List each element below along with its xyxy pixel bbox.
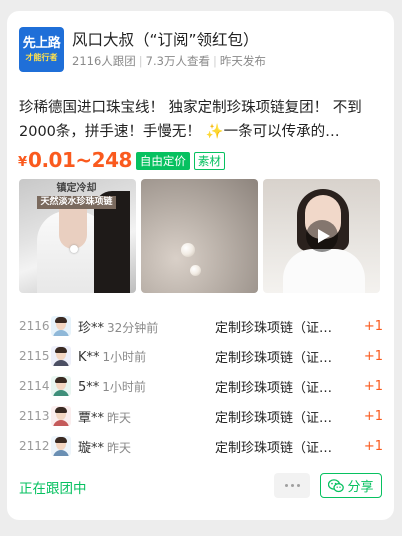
price-row: ¥ 0.01~248 自由定价 素材 <box>18 148 225 172</box>
order-time: 1小时前 <box>102 349 147 364</box>
order-qty: +1 <box>363 318 383 334</box>
model-body <box>283 249 365 293</box>
order-item: 定制珍珠项链（证… <box>215 320 333 336</box>
order-user: 5** 1小时前 <box>78 378 188 395</box>
order-item: 定制珍珠项链（证… <box>215 410 333 426</box>
order-number: 2115 <box>19 349 50 363</box>
user-name: K** <box>78 349 100 365</box>
order-item: 定制珍珠项链（证… <box>215 440 333 456</box>
order-qty: +1 <box>363 408 383 424</box>
overlay-line1: 镇定冷却 <box>56 183 97 194</box>
order-user: 珍** 32分钟前 <box>78 317 188 336</box>
user-name: 覃** <box>78 410 105 426</box>
user-name: 5** <box>78 379 100 395</box>
play-icon[interactable] <box>306 220 338 252</box>
product-video[interactable] <box>263 179 380 293</box>
wechat-icon <box>328 478 345 492</box>
image-overlay-text: 镇定冷却 天然淡水珍珠项链 <box>29 183 124 209</box>
user-avatar <box>51 406 71 426</box>
currency-symbol: ¥ <box>18 155 28 170</box>
product-image-2[interactable] <box>141 179 258 293</box>
order-number: 2116 <box>19 319 50 333</box>
card-footer: 正在跟团中 分享 <box>19 473 382 499</box>
order-item: 定制珍珠项链（证… <box>215 350 333 366</box>
order-time: 32分钟前 <box>107 320 159 335</box>
meta-divider: | <box>138 54 143 68</box>
post-description[interactable]: 珍稀德国进口珠宝线！ 独家定制珍珠项链复团！ 不到2000条，拼手速！手慢无！ … <box>19 96 383 144</box>
order-item: 定制珍珠项链（证… <box>215 380 333 396</box>
order-user: 璇** 昨天 <box>78 437 188 456</box>
model-neck <box>59 209 87 249</box>
pearl <box>190 265 201 276</box>
posted-time: 昨天发布 <box>219 54 266 68</box>
meta-divider: | <box>212 54 217 68</box>
order-number: 2113 <box>19 409 50 423</box>
user-avatar <box>51 376 71 396</box>
free-pricing-tag: 自由定价 <box>135 152 190 170</box>
order-user: 覃** 昨天 <box>78 407 188 426</box>
order-time: 1小时前 <box>102 379 146 394</box>
order-qty: +1 <box>363 438 383 454</box>
pearl-pendant <box>70 245 78 253</box>
image-gallery: 镇定冷却 天然淡水珍珠项链 <box>19 179 381 293</box>
necklace-chain <box>141 179 258 279</box>
follower-count: 2116人跟团 <box>72 54 136 68</box>
more-dots-icon <box>290 484 294 487</box>
group-header[interactable]: 先上路 才能行者 风口大叔（“订阅”领红包） 2116人跟团 | 7.3万人查看 | 昨… <box>19 27 384 73</box>
order-row[interactable]: 2113 覃** 昨天 定制珍珠项链（证… +1 <box>19 401 383 431</box>
follow-status: 正在跟团中 <box>19 481 87 497</box>
order-time: 昨天 <box>107 410 132 425</box>
user-name: 璇** <box>78 440 105 456</box>
avatar-text: 先上路 <box>22 36 61 51</box>
share-label: 分享 <box>347 480 374 495</box>
order-user: K** 1小时前 <box>78 348 188 365</box>
pearl <box>181 243 195 257</box>
more-button[interactable] <box>274 473 310 498</box>
avatar-subtext: 才能行者 <box>25 53 58 62</box>
share-button[interactable]: 分享 <box>320 473 382 498</box>
price-range: 0.01~248 <box>28 148 132 172</box>
user-avatar <box>51 316 71 336</box>
group-title[interactable]: 风口大叔（“订阅”领红包） <box>72 28 259 50</box>
order-qty: +1 <box>363 348 383 364</box>
user-avatar <box>51 436 71 456</box>
user-avatar <box>51 346 71 366</box>
order-qty: +1 <box>363 378 383 394</box>
order-number: 2114 <box>19 379 50 393</box>
order-row[interactable]: 2116 珍** 32分钟前 定制珍珠项链（证… +1 <box>19 311 383 341</box>
product-image-1[interactable]: 镇定冷却 天然淡水珍珠项链 <box>19 179 136 293</box>
order-row[interactable]: 2112 璇** 昨天 定制珍珠项链（证… +1 <box>19 431 383 461</box>
order-row[interactable]: 2114 5** 1小时前 定制珍珠项链（证… +1 <box>19 371 383 401</box>
user-name: 珍** <box>78 320 105 336</box>
order-row[interactable]: 2115 K** 1小时前 定制珍珠项链（证… +1 <box>19 341 383 371</box>
order-time: 昨天 <box>107 440 132 455</box>
material-tag[interactable]: 素材 <box>193 152 225 170</box>
group-buy-card[interactable]: 先上路 才能行者 风口大叔（“订阅”领红包） 2116人跟团 | 7.3万人查看 | 昨… <box>7 11 394 520</box>
overlay-line2: 天然淡水珍珠项链 <box>37 196 116 209</box>
more-dots-icon <box>296 484 300 487</box>
order-list: 2116 珍** 32分钟前 定制珍珠项链（证… +1 2115 K** 1小时前 … <box>19 311 383 461</box>
order-number: 2112 <box>19 439 50 453</box>
view-count: 7.3万人查看 <box>145 54 210 68</box>
more-dots-icon <box>284 484 288 487</box>
group-meta: 2116人跟团 | 7.3万人查看 | 昨天发布 <box>72 53 266 69</box>
group-avatar[interactable]: 先上路 才能行者 <box>19 27 64 72</box>
